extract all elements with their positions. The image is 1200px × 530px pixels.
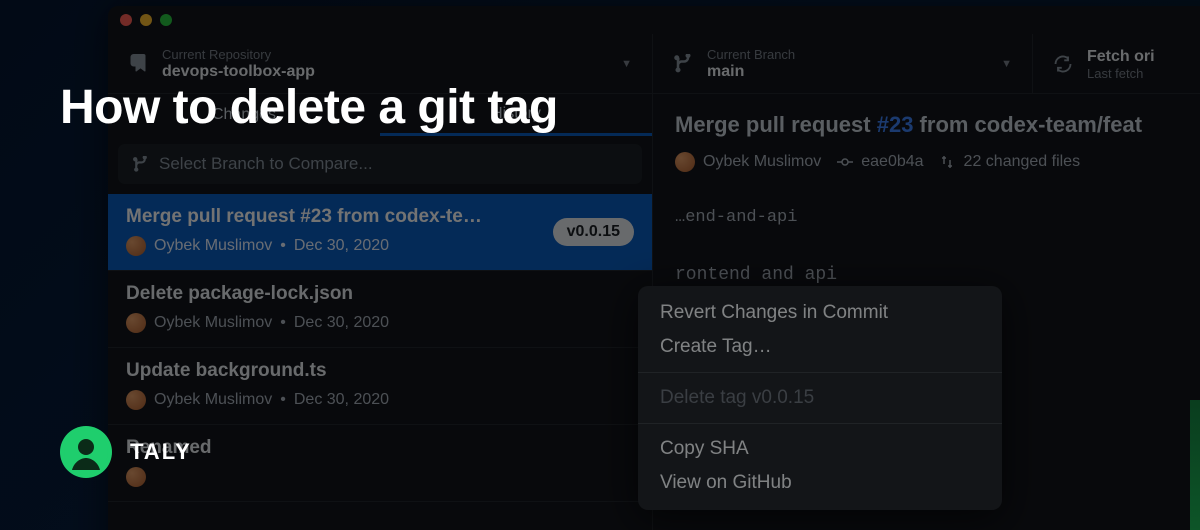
fetch-label: Fetch ori (1087, 48, 1200, 66)
decorative-edge (1190, 400, 1200, 530)
repo-value: devops-toolbox-app (162, 63, 607, 81)
detail-author: Oybek Muslimov (703, 153, 821, 171)
ctx-delete-tag[interactable]: Delete tag v0.0.15 (638, 381, 1002, 415)
commit-title: Delete package-lock.json (126, 283, 526, 305)
commit-date: Dec 30, 2020 (294, 314, 389, 332)
context-menu: Revert Changes in Commit Create Tag… Del… (638, 286, 1002, 510)
author-block: TALY (60, 426, 192, 478)
close-window-icon[interactable] (120, 14, 132, 26)
sync-icon (1053, 54, 1073, 74)
author-avatar (60, 426, 112, 478)
pr-number[interactable]: #23 (877, 112, 914, 137)
repo-label: Current Repository (162, 47, 607, 62)
commit-item[interactable]: Delete package-lock.json Oybek Muslimov … (108, 271, 652, 348)
commit-item[interactable]: Merge pull request #23 from codex-te… Oy… (108, 194, 652, 271)
branch-icon (673, 54, 693, 74)
fetch-sub: Last fetch (1087, 66, 1200, 81)
chevron-down-icon: ▼ (621, 58, 632, 70)
commit-author: Oybek Muslimov (154, 391, 272, 409)
branch-icon (132, 156, 149, 173)
detail-sha: eae0b4a (861, 153, 923, 171)
commit-date: Dec 30, 2020 (294, 391, 389, 409)
compare-placeholder: Select Branch to Compare... (159, 154, 373, 174)
author-name: TALY (130, 439, 192, 465)
ctx-copy-sha[interactable]: Copy SHA (638, 432, 1002, 466)
ctx-revert[interactable]: Revert Changes in Commit (638, 296, 1002, 330)
avatar (126, 390, 146, 410)
ctx-view-github[interactable]: View on GitHub (638, 466, 1002, 500)
repo-icon (128, 54, 148, 74)
commit-item[interactable]: Update background.ts Oybek Muslimov • De… (108, 348, 652, 425)
maximize-window-icon[interactable] (160, 14, 172, 26)
separator (638, 423, 1002, 424)
detail-branchline: …end-and-api (675, 208, 1200, 227)
tag-badge: v0.0.15 (553, 218, 634, 246)
commit-author: Oybek Muslimov (154, 237, 272, 255)
branch-label: Current Branch (707, 47, 987, 62)
avatar (126, 313, 146, 333)
avatar (126, 236, 146, 256)
avatar (675, 152, 695, 172)
minimize-window-icon[interactable] (140, 14, 152, 26)
branch-selector[interactable]: Current Branch main ▼ (653, 34, 1033, 93)
chevron-down-icon: ▼ (1001, 58, 1012, 70)
commit-date: Dec 30, 2020 (294, 237, 389, 255)
commit-author: Oybek Muslimov (154, 314, 272, 332)
detail-changed-files: 22 changed files (964, 153, 1081, 171)
compare-branch-selector[interactable]: Select Branch to Compare... (118, 144, 642, 184)
commit-title: Merge pull request #23 from codex-te… (126, 206, 526, 228)
detail-title: Merge pull request #23 from codex-team/f… (675, 112, 1200, 138)
fetch-button[interactable]: Fetch ori Last fetch (1033, 34, 1200, 93)
page-title: How to delete a git tag (60, 80, 558, 135)
ctx-create-tag[interactable]: Create Tag… (638, 330, 1002, 364)
branch-value: main (707, 63, 987, 81)
detail-description: rontend and api (675, 265, 1200, 285)
separator (638, 372, 1002, 373)
window-titlebar (108, 6, 1200, 34)
commit-list: Merge pull request #23 from codex-te… Oy… (108, 194, 652, 530)
diff-icon (940, 154, 956, 170)
commit-title: Update background.ts (126, 360, 526, 382)
commit-icon (837, 154, 853, 170)
